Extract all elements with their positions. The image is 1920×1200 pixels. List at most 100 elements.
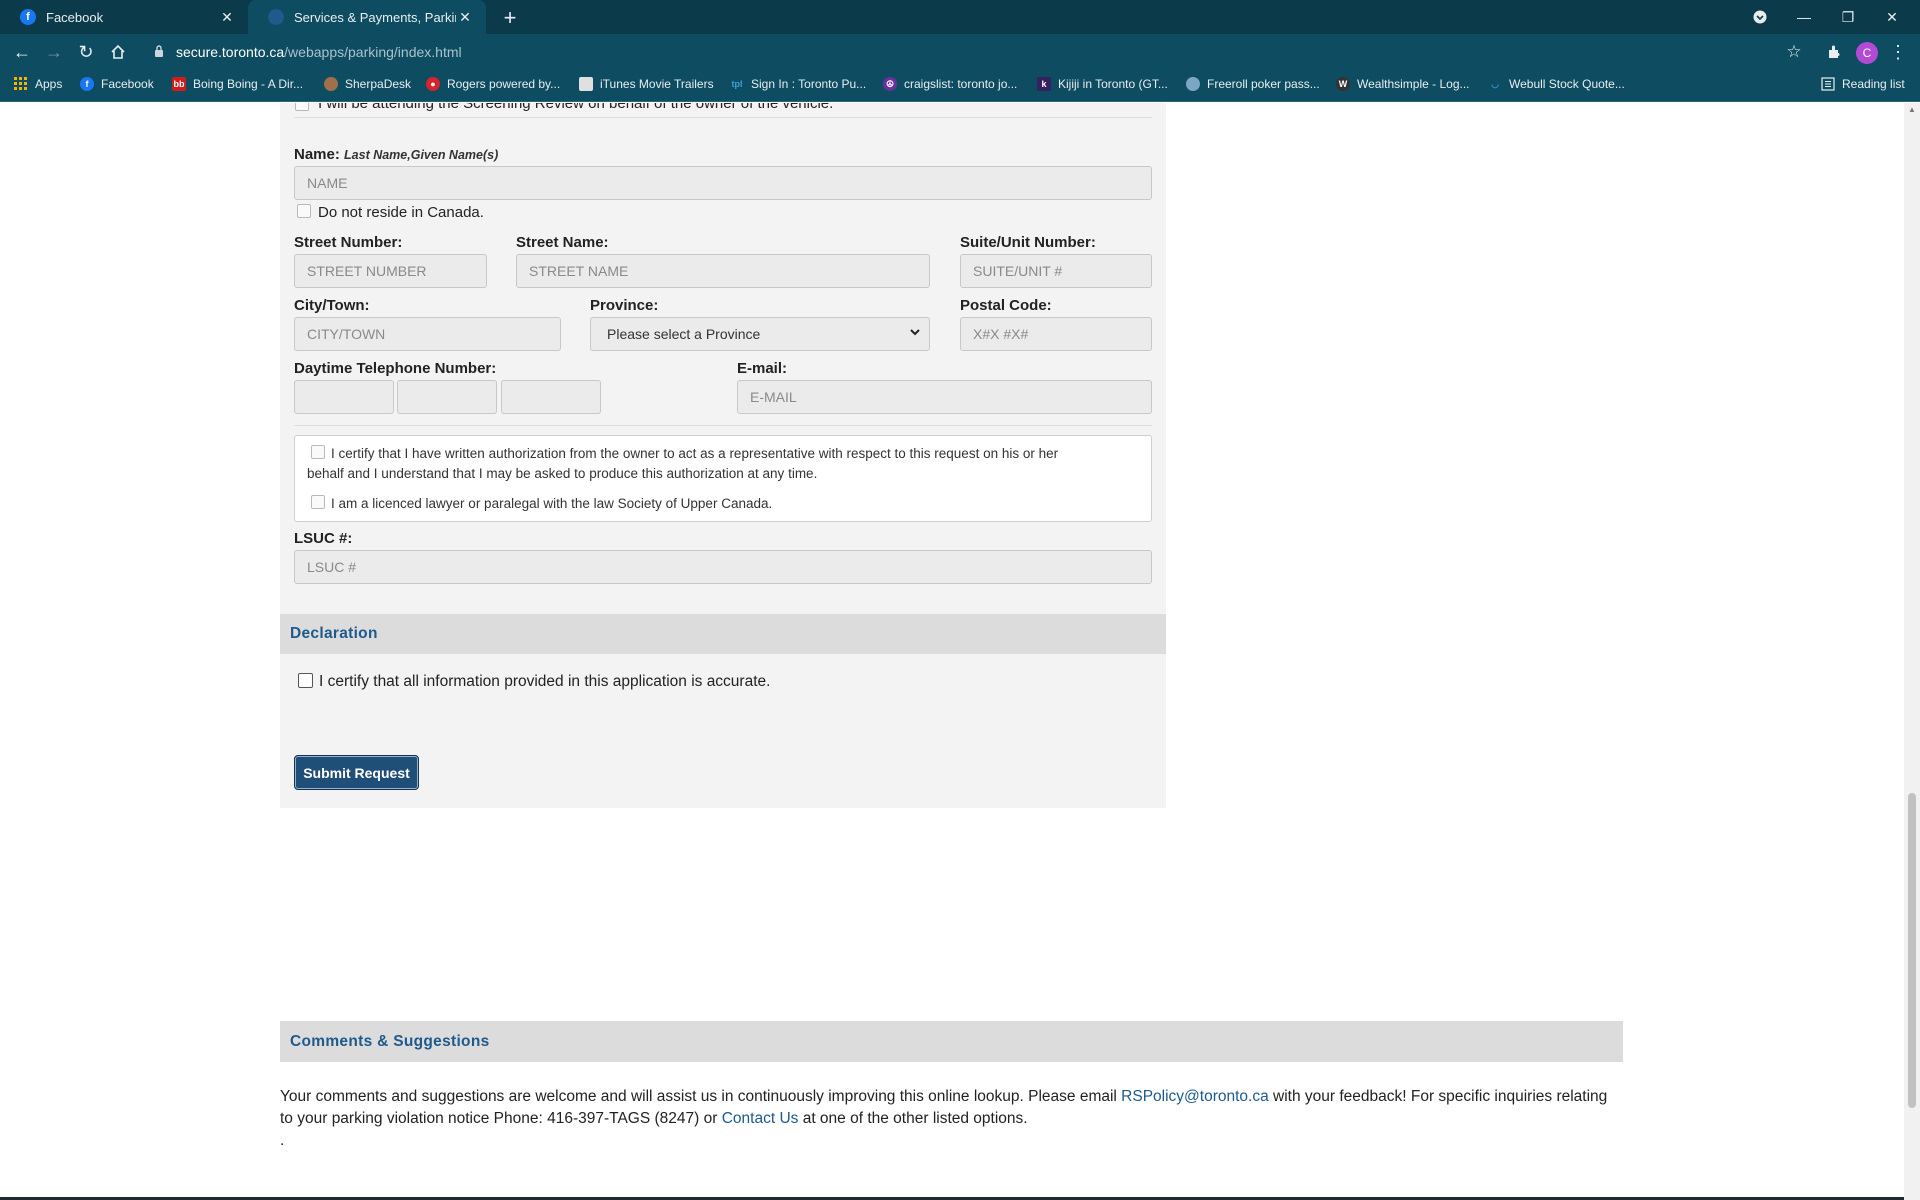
bookmarks-bar: Apps f Facebook bb Boing Boing - A Dir... … — [0, 70, 1920, 102]
browser-toolbar: ← → ↻ secure.toronto.ca/webapps/parking/… — [0, 34, 1920, 70]
name-input[interactable]: NAME — [294, 166, 1152, 200]
tab-search-icon[interactable] — [1738, 0, 1782, 34]
bookmark-rogers[interactable]: ● Rogers powered by... — [426, 77, 560, 91]
boingboing-icon: bb — [172, 77, 186, 91]
new-tab-button[interactable]: + — [498, 5, 522, 31]
reload-icon[interactable]: ↻ — [74, 40, 98, 64]
lawyer-checkbox[interactable] — [311, 495, 325, 509]
tab-parking-services[interactable]: Services & Payments, Parking Vio ✕ — [248, 0, 486, 34]
email-label: E-mail: — [737, 360, 788, 377]
bookmark-wealthsimple[interactable]: W Wealthsimple - Log... — [1336, 77, 1470, 91]
menu-kebab-icon[interactable]: ⋮ — [1886, 40, 1910, 64]
street-name-label: Street Name: — [516, 234, 609, 251]
bookmark-sherpadesk[interactable]: SherpaDesk — [324, 77, 411, 91]
contact-us-link[interactable]: Contact Us — [722, 1110, 799, 1127]
bookmark-label: Wealthsimple - Log... — [1357, 77, 1470, 91]
address-bar[interactable]: secure.toronto.ca/webapps/parking/index.… — [146, 37, 1796, 67]
bookmark-label: SherpaDesk — [345, 77, 412, 91]
suite-input[interactable]: SUITE/UNIT # — [960, 254, 1152, 288]
bookmark-label: Freeroll poker pass... — [1207, 77, 1320, 91]
comments-header: Comments & Suggestions — [280, 1021, 1623, 1062]
street-name-input[interactable]: STREET NAME — [516, 254, 930, 288]
authorization-checkbox[interactable] — [311, 445, 325, 459]
authorization-text-line2: behalf and I understand that I may be as… — [307, 466, 818, 481]
comments-heading: Comments & Suggestions — [290, 1032, 490, 1050]
profile-avatar[interactable]: C — [1856, 42, 1878, 64]
browser-tab-strip: f Facebook ✕ Services & Payments, Parkin… — [0, 0, 1920, 34]
facebook-icon: f — [80, 77, 94, 91]
submit-request-button[interactable]: Submit Request — [294, 755, 419, 790]
city-label: City/Town: — [294, 297, 370, 314]
province-select[interactable]: Please select a Province — [590, 317, 930, 351]
extensions-icon[interactable] — [1822, 40, 1846, 64]
rogers-icon: ● — [426, 77, 440, 91]
attending-text: I will be attending the Screening Review… — [318, 103, 834, 112]
page-scrollbar[interactable]: ▲ — [1904, 103, 1920, 1200]
name-label: Name: Last Name,Given Name(s) — [294, 146, 498, 163]
bookmark-label: iTunes Movie Trailers — [600, 77, 714, 91]
lawyer-text: I am a licenced lawyer or paralegal with… — [331, 496, 773, 511]
street-number-input[interactable]: STREET NUMBER — [294, 254, 487, 288]
wealthsimple-icon: W — [1336, 77, 1350, 91]
close-tab-icon[interactable]: ✕ — [218, 9, 236, 26]
forward-icon[interactable]: → — [42, 40, 66, 64]
attending-checkbox[interactable] — [295, 103, 309, 111]
restore-icon[interactable]: ❐ — [1826, 0, 1870, 34]
minimize-icon[interactable]: — — [1782, 0, 1826, 34]
postal-code-label: Postal Code: — [960, 297, 1052, 314]
declaration-heading: Declaration — [290, 625, 378, 642]
home-icon[interactable] — [106, 40, 130, 64]
comments-paragraph: Your comments and suggestions are welcom… — [280, 1086, 1623, 1152]
itunes-icon — [579, 77, 593, 91]
bookmark-toronto-library[interactable]: tpl Sign In : Toronto Pu... — [730, 77, 867, 91]
bookmark-star-icon[interactable]: ☆ — [1782, 40, 1806, 64]
bookmark-craigslist[interactable]: ☮ craigslist: toronto jo... — [883, 77, 1017, 91]
kijiji-icon: k — [1037, 77, 1051, 91]
comments-trailing: . — [280, 1132, 285, 1149]
declaration-text: I certify that all information provided … — [319, 673, 771, 690]
suite-label: Suite/Unit Number: — [960, 234, 1096, 251]
bookmark-boingboing[interactable]: bb Boing Boing - A Dir... — [172, 77, 303, 91]
email-input[interactable]: E-MAIL — [737, 380, 1152, 414]
tab-facebook[interactable]: f Facebook ✕ — [0, 0, 248, 34]
peace-icon: ☮ — [883, 77, 897, 91]
province-label: Province: — [590, 297, 659, 314]
comments-text-1: Your comments and suggestions are welcom… — [280, 1088, 1122, 1105]
street-number-label: Street Number: — [294, 234, 403, 251]
url-host: secure.toronto.ca — [176, 44, 285, 60]
authorization-text-line1: I certify that I have written authorizat… — [331, 446, 1059, 461]
phone-area-code-input[interactable] — [294, 380, 394, 414]
bookmark-label: craigslist: toronto jo... — [904, 77, 1018, 91]
declaration-checkbox[interactable] — [298, 673, 313, 688]
postal-code-input[interactable]: X#X #X# — [960, 317, 1152, 351]
close-tab-icon[interactable]: ✕ — [456, 9, 474, 26]
scroll-up-icon[interactable]: ▲ — [1908, 105, 1916, 114]
back-icon[interactable]: ← — [10, 40, 34, 64]
bookmark-apps[interactable]: Apps — [14, 77, 62, 91]
url-path: /webapps/parking/index.html — [284, 44, 462, 60]
declaration-header: Declaration — [280, 614, 1166, 654]
reading-list-icon — [1821, 77, 1835, 91]
bookmark-freeroll-poker[interactable]: Freeroll poker pass... — [1186, 77, 1320, 91]
close-window-icon[interactable]: ✕ — [1870, 0, 1914, 34]
tab-label: Facebook — [46, 9, 104, 25]
not-canada-checkbox[interactable] — [297, 204, 311, 218]
phone-line-input[interactable] — [501, 380, 601, 414]
bookmark-facebook[interactable]: f Facebook — [80, 77, 154, 91]
lsuc-input[interactable]: LSUC # — [294, 550, 1152, 584]
phone-exchange-input[interactable] — [397, 380, 497, 414]
bookmark-kijiji[interactable]: k Kijiji in Toronto (GT... — [1037, 77, 1168, 91]
email-link[interactable]: RSPolicy@toronto.ca — [1121, 1088, 1269, 1105]
sherpadesk-icon — [324, 77, 338, 91]
phone-label: Daytime Telephone Number: — [294, 360, 497, 377]
bookmark-itunes[interactable]: iTunes Movie Trailers — [579, 77, 714, 91]
city-input[interactable]: CITY/TOWN — [294, 317, 561, 351]
not-canada-text: Do not reside in Canada. — [318, 204, 484, 221]
bookmark-webull[interactable]: ◡ Webull Stock Quote... — [1488, 77, 1625, 91]
tab-label: Services & Payments, Parking Vio — [294, 9, 456, 25]
page-viewport: I will be attending the Screening Review… — [0, 103, 1904, 1200]
bookmark-label: Webull Stock Quote... — [1509, 77, 1625, 91]
reading-list[interactable]: Reading list — [1821, 77, 1905, 91]
scrollbar-thumb[interactable] — [1908, 793, 1916, 1108]
chevron-down-icon — [909, 326, 921, 341]
